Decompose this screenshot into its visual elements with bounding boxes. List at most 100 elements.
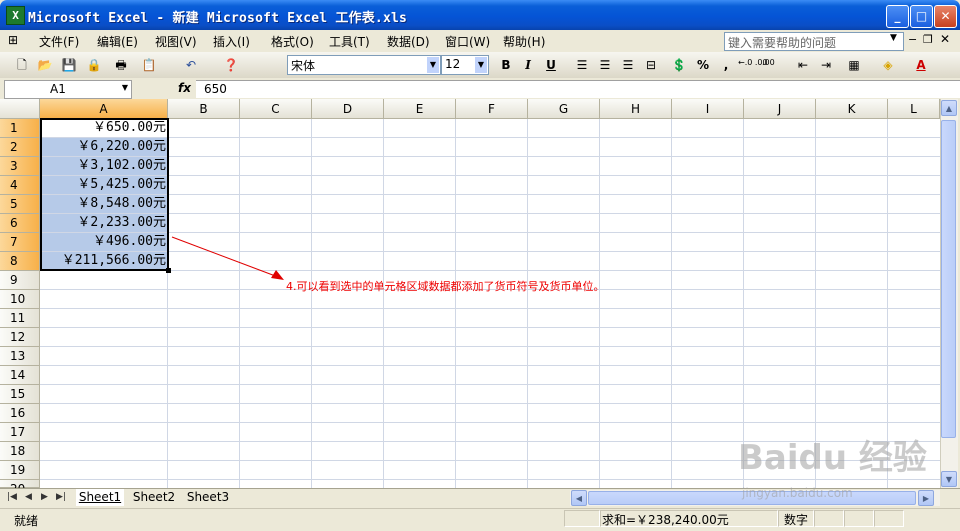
permission-icon[interactable]: 🔒 (86, 57, 102, 73)
row-header-9[interactable]: 9 (0, 271, 40, 290)
close-button[interactable]: ✕ (934, 5, 957, 28)
menu-window[interactable]: 窗口(W) (445, 33, 490, 50)
column-header-a[interactable]: A (40, 99, 168, 119)
font-size-select[interactable]: 12 ▼ (441, 55, 489, 75)
row-header-6[interactable]: 6 (0, 214, 40, 233)
decrease-decimal-button[interactable]: .00 (762, 58, 775, 67)
comma-button[interactable]: , (718, 57, 734, 73)
maximize-button[interactable]: □ (910, 5, 933, 28)
menu-insert[interactable]: 插入(I) (213, 33, 250, 50)
row-header-8[interactable]: 8 (0, 252, 40, 271)
new-icon[interactable]: 🗋 (14, 57, 30, 73)
help-icon[interactable]: ❓ (223, 57, 239, 73)
column-header-g[interactable]: G (528, 99, 600, 119)
row-header-7[interactable]: 7 (0, 233, 40, 252)
excel-app-icon[interactable]: X (6, 6, 25, 25)
currency-icon[interactable]: 💲 (671, 57, 687, 73)
menu-format[interactable]: 格式(O) (271, 33, 314, 50)
column-header-k[interactable]: K (816, 99, 888, 119)
formula-input[interactable]: 650 (196, 80, 960, 98)
next-sheet-icon[interactable]: ▶ (41, 492, 48, 502)
align-right-icon[interactable]: ☰ (620, 57, 636, 73)
column-header-i[interactable]: I (672, 99, 744, 119)
decrease-indent-icon[interactable]: ⇤ (795, 57, 811, 73)
chevron-down-icon[interactable]: ▼ (122, 83, 128, 92)
workbook-menu-icon[interactable]: ⊞ (8, 33, 18, 47)
row-header-5[interactable]: 5 (0, 195, 40, 214)
minimize-button[interactable]: _ (886, 5, 909, 28)
help-dropdown-icon[interactable]: ▼ (890, 33, 897, 43)
align-center-icon[interactable]: ☰ (597, 57, 613, 73)
save-icon[interactable]: 💾 (61, 57, 77, 73)
scroll-left-icon[interactable]: ◀ (571, 490, 587, 506)
undo-icon[interactable]: ↶ (183, 57, 199, 73)
doc-minimize-icon[interactable]: − (908, 33, 917, 46)
row-header-4[interactable]: 4 (0, 176, 40, 195)
menu-help[interactable]: 帮助(H) (503, 33, 545, 50)
sheet-tab-2[interactable]: Sheet2 (130, 489, 178, 506)
row-header-18[interactable]: 18 (0, 442, 40, 461)
paste-icon[interactable]: 📋 (141, 57, 157, 73)
scroll-right-icon[interactable]: ▶ (918, 490, 934, 506)
row-header-19[interactable]: 19 (0, 461, 40, 480)
row-header-17[interactable]: 17 (0, 423, 40, 442)
sheet-tab-1[interactable]: Sheet1 (76, 489, 124, 506)
row-header-3[interactable]: 3 (0, 157, 40, 176)
scroll-up-icon[interactable]: ▲ (941, 100, 957, 116)
menu-data[interactable]: 数据(D) (387, 33, 430, 50)
row-header-13[interactable]: 13 (0, 347, 40, 366)
select-all-corner[interactable] (0, 99, 40, 119)
align-left-icon[interactable]: ☰ (574, 57, 590, 73)
doc-close-icon[interactable]: ✕ (940, 32, 950, 46)
name-box[interactable]: A1 ▼ (4, 80, 132, 99)
last-sheet-icon[interactable]: ▶| (56, 492, 66, 502)
row-header-14[interactable]: 14 (0, 366, 40, 385)
column-header-b[interactable]: B (168, 99, 240, 119)
menu-edit[interactable]: 编辑(E) (97, 33, 138, 50)
column-header-l[interactable]: L (888, 99, 940, 119)
column-header-h[interactable]: H (600, 99, 672, 119)
row-header-10[interactable]: 10 (0, 290, 40, 309)
menu-file[interactable]: 文件(F) (39, 33, 79, 50)
status-sum: 求和=￥238,240.00元 (602, 513, 729, 527)
row-header-16[interactable]: 16 (0, 404, 40, 423)
window-title: Microsoft Excel - 新建 Microsoft Excel 工作表… (28, 11, 408, 26)
menu-view[interactable]: 视图(V) (155, 33, 197, 50)
doc-restore-icon[interactable]: ❐ (923, 33, 933, 46)
bold-button[interactable]: B (498, 57, 514, 73)
insert-function-icon[interactable]: fx (178, 81, 191, 95)
row-header-20[interactable]: 20 (0, 480, 40, 496)
chevron-down-icon[interactable]: ▼ (475, 57, 487, 73)
font-name-select[interactable]: 宋体 ▼ (287, 55, 441, 75)
underline-button[interactable]: U (543, 57, 559, 73)
row-header-12[interactable]: 12 (0, 328, 40, 347)
help-question-input[interactable]: 键入需要帮助的问题 (724, 32, 904, 51)
sheet-tab-3[interactable]: Sheet3 (184, 489, 232, 506)
percent-button[interactable]: % (695, 57, 711, 73)
font-color-icon[interactable]: A (913, 57, 929, 73)
chevron-down-icon[interactable]: ▼ (427, 57, 439, 73)
merge-center-icon[interactable]: ⊟ (643, 57, 659, 73)
row-header-15[interactable]: 15 (0, 385, 40, 404)
first-sheet-icon[interactable]: |◀ (7, 492, 17, 502)
italic-button[interactable]: I (520, 57, 536, 73)
prev-sheet-icon[interactable]: ◀ (25, 492, 32, 502)
borders-icon[interactable]: ▦ (846, 57, 862, 73)
open-icon[interactable]: 📂 (37, 57, 53, 73)
column-header-j[interactable]: J (744, 99, 816, 119)
grid-row-line (40, 137, 940, 138)
increase-indent-icon[interactable]: ⇥ (818, 57, 834, 73)
row-header-2[interactable]: 2 (0, 138, 40, 157)
row-header-1[interactable]: 1 (0, 119, 40, 138)
menu-tools[interactable]: 工具(T) (329, 33, 370, 50)
column-header-f[interactable]: F (456, 99, 528, 119)
column-header-e[interactable]: E (384, 99, 456, 119)
grid-row-line (40, 156, 940, 157)
scroll-down-icon[interactable]: ▼ (941, 471, 957, 487)
column-header-d[interactable]: D (312, 99, 384, 119)
vertical-scroll-thumb[interactable] (941, 120, 956, 438)
fill-color-icon[interactable]: ◈ (880, 57, 896, 73)
row-header-11[interactable]: 11 (0, 309, 40, 328)
print-icon[interactable]: 🖶 (113, 57, 129, 73)
column-header-c[interactable]: C (240, 99, 312, 119)
